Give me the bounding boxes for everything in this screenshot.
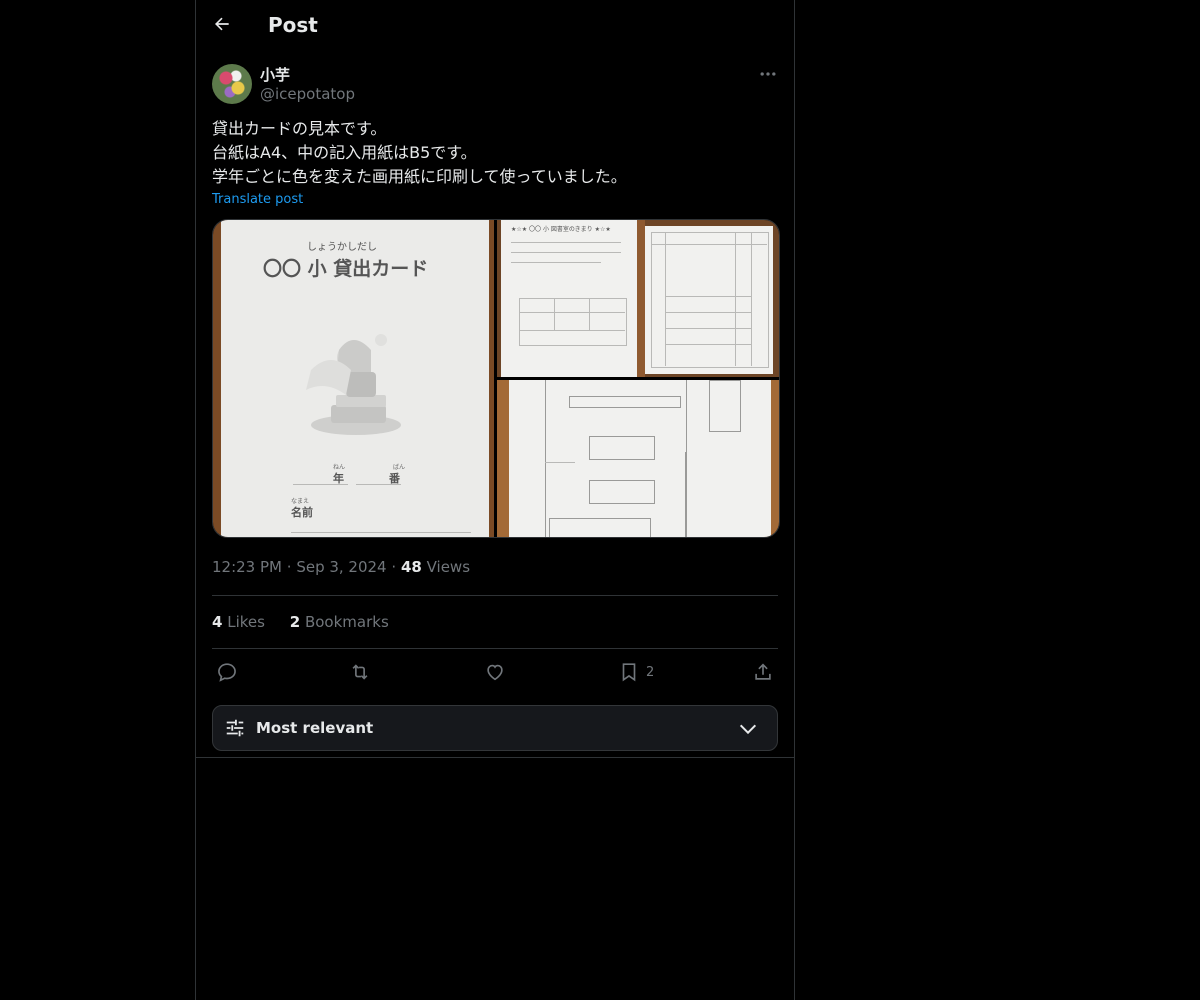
- bookmark-button[interactable]: 2: [618, 661, 654, 683]
- bookmark-icon: [622, 663, 636, 682]
- media-image-card-cover[interactable]: しょうかしだし 〇〇 小 貸出カード ねん ばん 年 番 なまえ 名前: [213, 220, 494, 537]
- bookmarks-stat[interactable]: 2 Bookmarks: [290, 613, 389, 631]
- share-button[interactable]: [752, 661, 774, 683]
- author-display-name[interactable]: 小芋: [260, 64, 290, 85]
- repost-button[interactable]: [349, 661, 371, 683]
- page-title: Post: [268, 13, 318, 37]
- views-label: Views: [426, 558, 471, 576]
- post-media: しょうかしだし 〇〇 小 貸出カード ねん ばん 年 番 なまえ 名前 ★☆★ …: [212, 219, 780, 538]
- header: Post: [196, 0, 794, 53]
- avatar[interactable]: [212, 64, 252, 104]
- bookmarks-count: 2: [289, 613, 301, 631]
- post-text-line: 台紙はA4、中の記入用紙はB5です。: [212, 143, 477, 162]
- likes-count: 4: [212, 613, 223, 631]
- meta-separator: ·: [391, 558, 401, 576]
- like-button[interactable]: [484, 661, 506, 683]
- post-author: 小芋 @icepotatop: [196, 62, 794, 117]
- bookmarks-label: Bookmarks: [304, 613, 389, 631]
- card-ruby: しょうかしだし: [307, 242, 377, 253]
- girl-reading-illustration: [306, 334, 401, 435]
- translate-post-link[interactable]: Translate post: [212, 192, 778, 207]
- post-stats: 4 Likes 2 Bookmarks: [212, 596, 778, 648]
- sliders-icon: [226, 719, 244, 737]
- library-map-sheet: [509, 380, 771, 537]
- post-meta: 12:23 PM · Sep 3, 2024 · 48 Views: [212, 558, 778, 578]
- log-sheet: [645, 226, 773, 374]
- post-column: Post 小芋 @icepotatop 貸出カードの見本です。 台紙はA4、中の…: [195, 0, 795, 1000]
- post-date[interactable]: Sep 3, 2024: [296, 558, 386, 576]
- media-image-record-sheets[interactable]: ★☆★ 〇〇 小 図書室のきまり ★☆★: [497, 220, 779, 377]
- likes-stat[interactable]: 4 Likes: [212, 613, 265, 631]
- divider: [196, 757, 794, 758]
- card-name-label: 名前: [291, 506, 313, 519]
- more-button[interactable]: [758, 64, 778, 84]
- post-text: 貸出カードの見本です。 台紙はA4、中の記入用紙はB5です。 学年ごとに色を変え…: [212, 117, 778, 189]
- card-title: 〇〇 小 貸出カード: [263, 258, 429, 280]
- views-count: 48: [400, 558, 422, 576]
- share-icon: [755, 663, 771, 680]
- bookmark-count: 2: [646, 664, 655, 680]
- media-image-library-map[interactable]: [497, 380, 779, 537]
- chevron-down-icon: [739, 724, 757, 735]
- back-arrow-icon: [215, 17, 229, 31]
- reply-button[interactable]: [216, 661, 238, 683]
- post-actions: 2: [212, 649, 778, 697]
- post-time[interactable]: 12:23 PM: [212, 558, 282, 576]
- reply-icon: [218, 663, 236, 682]
- back-button[interactable]: [212, 14, 234, 36]
- post-text-line: 貸出カードの見本です。: [212, 119, 387, 138]
- reply-sort-dropdown[interactable]: Most relevant: [212, 705, 778, 751]
- post-text-line: 学年ごとに色を変えた画用紙に印刷して使っていました。: [212, 167, 627, 186]
- author-handle[interactable]: @icepotatop: [260, 85, 355, 103]
- rules-sheet: ★☆★ 〇〇 小 図書室のきまり ★☆★: [501, 220, 637, 377]
- repost-icon: [352, 664, 368, 680]
- sort-label: Most relevant: [256, 719, 374, 737]
- likes-label: Likes: [227, 613, 265, 631]
- meta-separator: ·: [286, 558, 297, 576]
- like-icon: [487, 664, 503, 681]
- card-cover-paper: しょうかしだし 〇〇 小 貸出カード ねん ばん 年 番 なまえ 名前: [221, 220, 489, 537]
- more-icon: [760, 72, 776, 76]
